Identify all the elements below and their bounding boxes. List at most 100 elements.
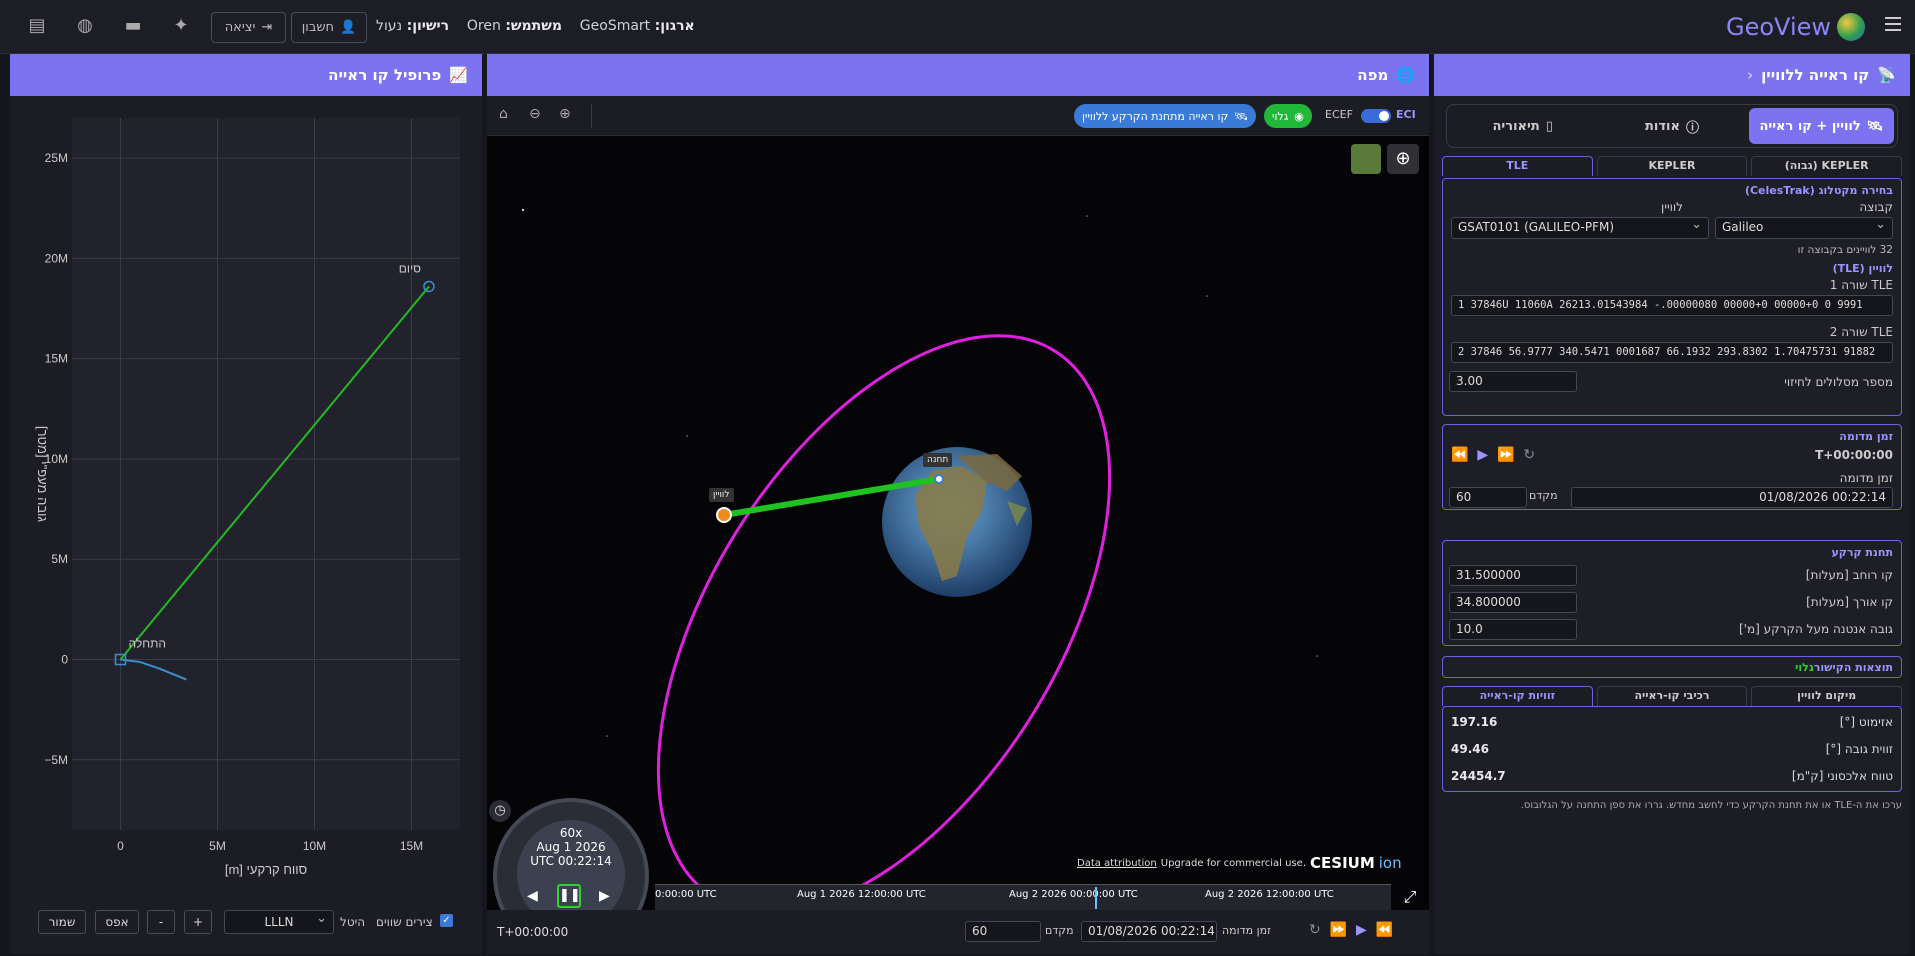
tle1-input[interactable]: 1 37846U 11060A 26213.01543984 -.0000008… — [1451, 295, 1893, 316]
reverse-play-icon[interactable]: ◀ — [527, 888, 538, 904]
data-attribution-link[interactable]: Data attribution — [1077, 858, 1157, 869]
frame-toggle-knob — [1379, 111, 1389, 121]
alt-input[interactable]: 10.0 — [1449, 619, 1577, 640]
play-icon[interactable]: ▶ — [1477, 447, 1488, 463]
x-tick-label: 10M — [303, 839, 326, 853]
bottom-rate-input[interactable]: 60 — [965, 921, 1041, 942]
lon-input[interactable]: 34.800000 — [1449, 592, 1577, 613]
tab-theory[interactable]: ▯ תיאוריה — [1450, 108, 1595, 144]
tab-los-components[interactable]: רכיבי קו-ראייה — [1596, 686, 1748, 706]
scene-mode-globe-icon[interactable]: ⊕ — [1387, 144, 1419, 174]
sim-rate-input[interactable]: 60 — [1449, 487, 1527, 508]
ground-station-box: תחנת קרקע קו רוחב [מעלות] 31.500000 קו א… — [1442, 540, 1902, 646]
azimuth-row: אזימוט [°] 197.16 — [1451, 709, 1893, 735]
map-toolbar: ⌂ ⊖ ⊕ 🛰 קו ראייה מתחנת הקרקע ללוויין ◉ ג… — [487, 96, 1429, 136]
right-panel-header: 📡 קו ראייה ללוויין ‹ — [1434, 54, 1910, 96]
revs-input[interactable]: 3.00 — [1449, 371, 1577, 392]
station-marker[interactable] — [934, 474, 944, 484]
tab-satellite-los[interactable]: 🛰 לוויין + קו ראייה — [1748, 108, 1894, 144]
timeline-cursor[interactable] — [1095, 887, 1097, 909]
logout-icon: ⇥ — [261, 20, 273, 35]
rewind-icon[interactable]: ⏪ — [1451, 447, 1468, 463]
tab-satellite-los-label: לוויין + קו ראייה — [1759, 118, 1861, 134]
y-tick-label: 25M — [45, 151, 68, 165]
menu-icon[interactable] — [1885, 17, 1901, 31]
timeline[interactable]: 0:00:00 UTC Aug 1 2026 12:00:00 UTC Aug … — [655, 884, 1391, 910]
results-box: אזימוט [°] 197.16 זווית גובה [°] 49.46 ט… — [1442, 706, 1902, 792]
reset-icon[interactable]: ↻ — [1523, 447, 1535, 463]
pause-icon[interactable]: ❚❚ — [557, 884, 581, 908]
results-tabs: מיקום לוויין רכיבי קו-ראייה זוויות קו-רא… — [1441, 686, 1902, 706]
language-globe-icon[interactable]: ◍ — [73, 14, 97, 38]
bottom-fast-forward-icon[interactable]: ⏩ — [1330, 922, 1347, 938]
los-pill[interactable]: 🛰 קו ראייה מתחנת הקרקע ללוויין — [1074, 104, 1257, 128]
catalog-box: בחירה מקטלוג (CelesTrak) קבוצה לוויין Ga… — [1442, 178, 1902, 416]
org-label: ארגון: — [654, 18, 695, 34]
subtab-tle[interactable]: TLE — [1441, 156, 1593, 176]
fast-forward-icon[interactable]: ⏩ — [1497, 447, 1514, 463]
cesium-upgrade-text: Upgrade for commercial use. — [1160, 857, 1307, 869]
orbit-path — [656, 334, 1112, 910]
account-label: חשבון — [301, 20, 335, 35]
save-button[interactable]: שמור — [38, 910, 86, 934]
frame-toggle[interactable] — [1361, 109, 1391, 123]
ai-sparkle-icon[interactable]: ✦ — [169, 14, 193, 38]
subtab-kepler[interactable]: KEPLER — [1596, 156, 1748, 176]
lat-label: קו רוחב [מעלות] — [1805, 568, 1893, 582]
projection-select[interactable]: LLLN — [224, 910, 334, 934]
elevation-label: זווית גובה [°] — [1825, 742, 1893, 756]
chat-icon[interactable]: ▤ — [25, 14, 49, 38]
satellite-select[interactable]: GSAT0101 (GALILEO-PFM) — [1451, 217, 1709, 239]
y-axis-label: גובה מעפ"י [מטר] — [35, 426, 50, 522]
clock-time: UTC 00:22:14 — [530, 854, 612, 868]
reset-button[interactable]: אפס — [95, 910, 139, 934]
bottom-rewind-icon[interactable]: ⏪ — [1376, 922, 1393, 938]
tab-about[interactable]: ⓘ אודות — [1599, 108, 1744, 144]
equal-axes-checkbox[interactable]: ✓ — [440, 914, 453, 927]
fullscreen-icon[interactable]: ⤢ — [1395, 884, 1425, 910]
user-value: Oren — [466, 18, 501, 34]
bottom-time-input[interactable]: 01/08/2026 00:22:14 — [1081, 921, 1217, 942]
bottom-reset-icon[interactable]: ↻ — [1309, 922, 1321, 938]
group-count-note: 32 לוויינים בקבוצה זו — [1797, 244, 1893, 256]
satellite-marker[interactable] — [716, 507, 732, 523]
logout-button[interactable]: ⇥ יציאה — [211, 12, 286, 43]
imagery-picker-button[interactable] — [1351, 144, 1381, 174]
range-value: 24454.7 — [1451, 769, 1506, 783]
zoom-in-icon[interactable]: ⊕ — [559, 106, 571, 122]
subtab-kepler-high[interactable]: KEPLER (גבוה) — [1751, 156, 1902, 176]
sim-time-input[interactable]: 01/08/2026 00:22:14 — [1571, 487, 1893, 508]
bottom-rate-label: מקדם — [1045, 924, 1074, 937]
logout-label: יציאה — [224, 20, 256, 35]
zoom-out-icon[interactable]: ⊖ — [529, 106, 541, 122]
animation-clock-widget[interactable]: ◷ 60x Aug 1 2026 UTC 00:22:14 ◀ ❚❚ ▶ — [489, 794, 653, 910]
zoom-plus-button[interactable]: + — [184, 910, 212, 934]
tle1-label: TLE שורה 1 — [1829, 278, 1893, 292]
tle2-input[interactable]: 2 37846 56.9777 340.5471 0001687 66.1932… — [1451, 342, 1893, 363]
satellite-label: לוויין — [1661, 200, 1683, 214]
group-select[interactable]: Galileo — [1715, 217, 1893, 239]
lat-input[interactable]: 31.500000 — [1449, 565, 1577, 586]
account-button[interactable]: 👤 חשבון — [291, 12, 367, 43]
star — [1086, 215, 1088, 217]
monitor-icon[interactable]: ▬ — [121, 14, 145, 38]
zoom-minus-button[interactable]: - — [147, 910, 175, 934]
collapse-chevron-icon[interactable]: ‹ — [1747, 66, 1753, 84]
azimuth-label: אזימוט [°] — [1839, 715, 1893, 729]
cesium-map[interactable]: לוויין תחנה ⊕ Data attribution Upgrade f… — [487, 136, 1429, 910]
tle-title: לוויין (TLE) — [1832, 262, 1893, 275]
tab-los-angles[interactable]: זוויות קו-ראייה — [1441, 686, 1593, 706]
tab-about-label: אודות — [1645, 118, 1680, 134]
los-pill-label: קו ראייה מתחנת הקרקע ללוויין — [1082, 109, 1229, 123]
clock-icon[interactable]: ◷ — [489, 800, 511, 822]
range-row: טווח אלכסוני [ק"מ] 24454.7 — [1451, 763, 1893, 789]
forward-play-icon[interactable]: ▶ — [599, 888, 610, 904]
bottom-play-icon[interactable]: ▶ — [1356, 922, 1367, 938]
los-profile-chart[interactable]: 0 5M 10M 15M−5M05M10M15M20M25Mסווח קרקעי [m… — [20, 118, 470, 908]
right-panel: 🛰 לוויין + קו ראייה ⓘ אודות ▯ תיאוריה KEPLE… — [1434, 96, 1910, 954]
satellite-pill-icon: 🛰 — [1234, 109, 1249, 123]
revs-label: מספר מסלולים לחיזוי — [1784, 375, 1893, 389]
tab-sat-position[interactable]: מיקום לוויין — [1751, 686, 1902, 706]
x-tick-label: 15M — [400, 839, 423, 853]
home-icon[interactable]: ⌂ — [499, 106, 508, 122]
